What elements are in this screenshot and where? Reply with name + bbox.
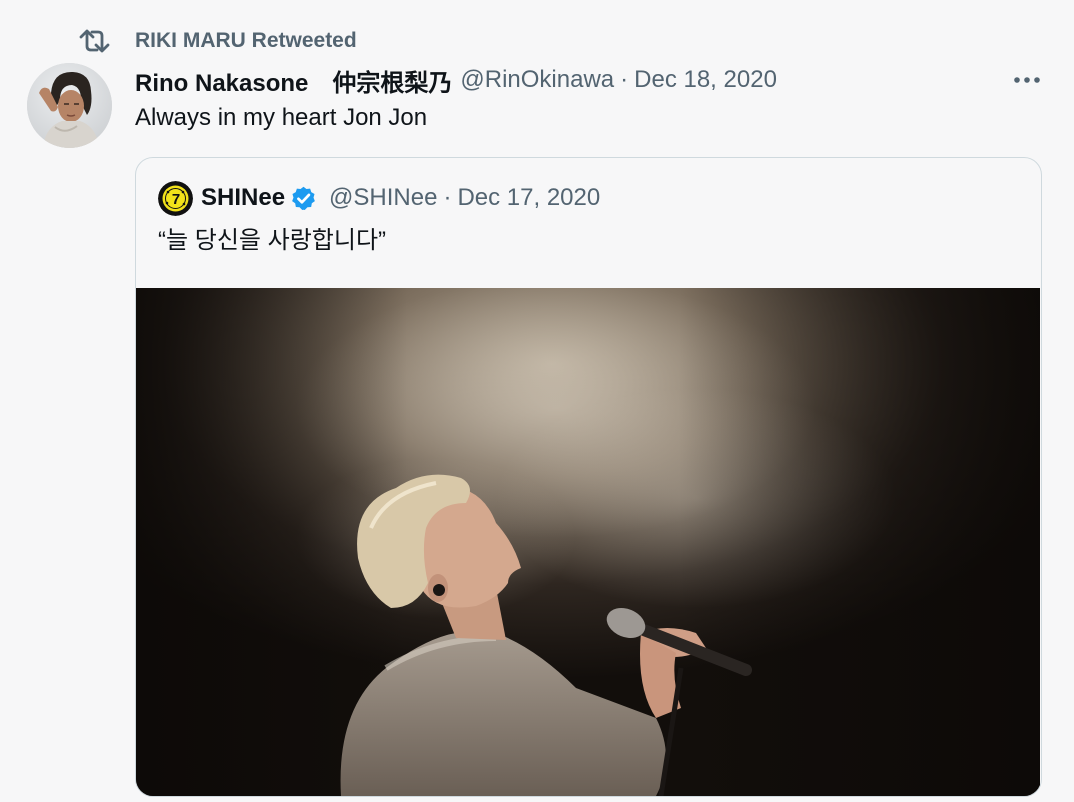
more-dots-icon [1014,77,1040,83]
quote-header: 7 SHINee @SHINee · Dec 17, 2020 [158,180,600,216]
retweet-icon [79,29,110,53]
quote-author-handle[interactable]: @SHINee [329,184,437,212]
quote-author-avatar[interactable]: 7 [158,180,193,216]
svg-text:7: 7 [172,191,180,208]
concert-photo [136,288,1040,796]
quote-author-name[interactable]: SHINee [201,184,285,212]
header-separator: · [620,66,629,93]
retweet-context[interactable]: RIKI MARU Retweeted [78,26,357,56]
quote-separator: · [443,184,452,211]
quote-text: “늘 당신을 사랑합니다” [158,227,387,254]
author-handle[interactable]: @RinOkinawa [460,66,614,94]
verified-badge-icon [292,186,315,210]
tweet-header: Rino Nakasone 仲宗根梨乃 @RinOkinawa · Dec 18… [135,63,777,97]
quoted-tweet[interactable]: 7 SHINee @SHINee · Dec 17, 2020 “늘 당신을 사… [135,157,1042,797]
author-name[interactable]: Rino Nakasone 仲宗根梨乃 [135,63,452,98]
retweeted-tweet[interactable]: RIKI MARU Retweeted Rino Nakasone 仲宗根梨乃 … [0,0,1074,802]
quote-photo[interactable] [136,288,1040,796]
retweet-label[interactable]: RIKI MARU Retweeted [135,29,357,53]
avatar-photo [27,63,112,148]
tweet-date[interactable]: Dec 18, 2020 [634,66,777,94]
author-avatar[interactable] [27,63,112,148]
quote-date[interactable]: Dec 17, 2020 [457,184,600,212]
more-button[interactable] [1010,66,1044,94]
tweet-text: Always in my heart Jon Jon [135,104,428,131]
